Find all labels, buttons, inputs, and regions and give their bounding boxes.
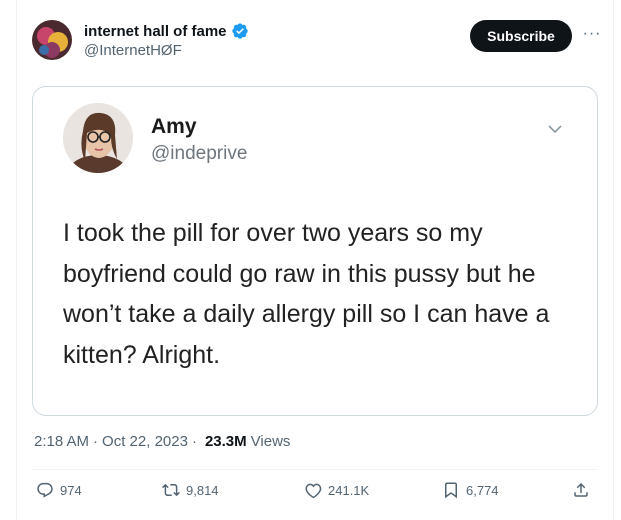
quoted-post-text: I took the pill for over two years so my… xyxy=(63,219,550,369)
subscribe-button[interactable]: Subscribe xyxy=(470,20,572,52)
verified-badge-icon xyxy=(231,23,248,39)
reply-count: 974 xyxy=(60,482,82,498)
bookmark-icon xyxy=(445,482,457,499)
repost-button[interactable]: 9,814 xyxy=(162,481,219,499)
share-button[interactable] xyxy=(572,481,590,499)
reply-icon xyxy=(37,482,53,498)
author-display-name[interactable]: internet hall of fame xyxy=(84,23,227,40)
like-count: 241.1K xyxy=(328,482,370,498)
actions-divider xyxy=(32,469,598,470)
views-label: Views xyxy=(250,433,291,450)
tweet-actions: 974 9,814 241.1K 6,774 xyxy=(32,481,598,503)
repost-icon xyxy=(162,483,180,497)
quoted-image-card: Amy @indeprive I took the pill for over … xyxy=(32,86,598,416)
more-options-icon[interactable]: ··· xyxy=(580,22,604,46)
tweet-header: internet hall of fame @InternetHØF Subsc… xyxy=(32,18,606,62)
author-handle[interactable]: @InternetHØF xyxy=(84,42,182,59)
timeline-border-right xyxy=(613,0,614,520)
author-name-row: internet hall of fame xyxy=(84,22,249,40)
quoted-author-avatar xyxy=(63,103,133,173)
tweet-meta: 2:18 AM · Oct 22, 2023 · 23.3M Views xyxy=(34,433,290,450)
timeline-border-left xyxy=(16,0,17,520)
heart-icon xyxy=(305,483,322,499)
tweet-date[interactable]: Oct 22, 2023 xyxy=(102,433,188,450)
views-count: 23.3M xyxy=(204,433,247,450)
author-avatar[interactable] xyxy=(32,20,72,60)
quoted-author-handle: @indeprive xyxy=(151,143,248,164)
tweet-time[interactable]: 2:18 AM xyxy=(34,433,89,450)
reply-button[interactable]: 974 xyxy=(36,481,82,499)
bookmark-count: 6,774 xyxy=(466,482,499,498)
repost-count: 9,814 xyxy=(186,482,219,498)
meta-separator: · xyxy=(93,433,99,450)
share-icon xyxy=(574,482,588,497)
bookmark-button[interactable]: 6,774 xyxy=(442,481,499,499)
meta-separator: · xyxy=(191,433,197,450)
like-button[interactable]: 241.1K xyxy=(304,481,369,499)
chevron-down-icon xyxy=(548,125,562,134)
quoted-author-name: Amy xyxy=(151,115,197,138)
